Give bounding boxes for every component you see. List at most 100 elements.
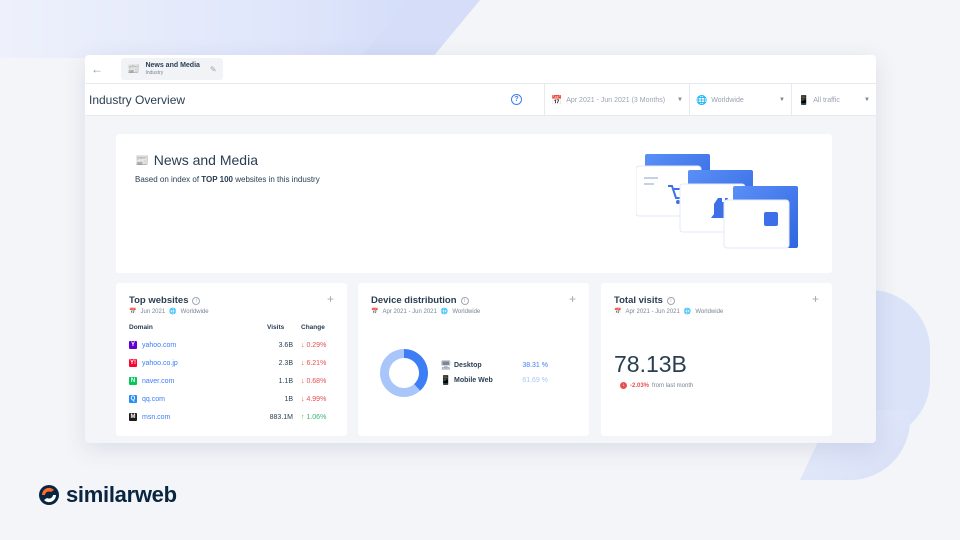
mobile-icon: 📱 xyxy=(440,375,452,385)
chevron-down-icon: ▼ xyxy=(864,97,870,103)
brand-wordmark: similarweb xyxy=(66,482,177,507)
table-row[interactable]: Qqq.com 1B ↓ 4.99% xyxy=(129,393,335,405)
card-date: Apr 2021 - Jun 2021 xyxy=(382,308,437,315)
country-label: Worldwide xyxy=(711,96,744,104)
info-icon[interactable]: i xyxy=(192,296,201,305)
hero-subtitle-post: websites in this industry xyxy=(233,175,320,184)
arrow-down-icon: ↓ xyxy=(301,377,305,385)
domain-link[interactable]: msn.com xyxy=(142,414,170,421)
hero-subtitle: Based on index of TOP 100 websites in th… xyxy=(135,175,320,184)
card-title: Top websites i xyxy=(129,295,201,306)
breadcrumb-title: News and Media xyxy=(145,61,200,69)
change-value: ↓ 0.29% xyxy=(301,342,335,349)
chevron-down-icon: ▼ xyxy=(779,97,785,103)
add-icon[interactable]: + xyxy=(327,292,334,306)
total-visits-delta: ↓ -2.03% from last month xyxy=(620,382,693,389)
device-distribution-card: Device distribution i + 📅 Apr 2021 - Jun… xyxy=(358,283,589,436)
device-distribution-title: Device distribution xyxy=(371,295,457,306)
calendar-icon: 📅 xyxy=(371,309,379,315)
top-websites-title: Top websites xyxy=(129,295,189,306)
info-icon[interactable]: i xyxy=(460,296,469,305)
yahoo-jp-icon: Y! xyxy=(129,359,137,367)
change-percent: 0.68% xyxy=(306,377,327,385)
visits-value: 883.1M xyxy=(269,413,293,421)
device-donut-chart xyxy=(380,349,428,397)
visits-value: 2.3B xyxy=(278,359,293,367)
table-row[interactable]: Mmsn.com 883.1M ↑ 1.06% xyxy=(129,411,335,423)
visits-value: 3.6B xyxy=(278,341,293,349)
help-icon[interactable]: ? xyxy=(511,94,522,105)
legend-value: 61.69 % xyxy=(522,377,548,384)
legend-label: Mobile Web xyxy=(454,377,493,384)
card-date: Jun 2021 xyxy=(140,308,166,315)
similarweb-logo: similarweb xyxy=(38,482,177,508)
yahoo-icon: Y xyxy=(129,341,137,349)
legend-label: Desktop xyxy=(454,362,482,369)
delta-value: -2.03% xyxy=(630,382,650,389)
arrow-down-icon: ↓ xyxy=(301,395,305,403)
card-title: Device distribution i xyxy=(371,295,469,306)
card-region: Worldwide xyxy=(180,308,209,315)
card-meta: 📅 Apr 2021 - Jun 2021 🌐 Worldwide xyxy=(614,308,724,316)
similarweb-logo-icon xyxy=(39,485,59,505)
donut-slice-desktop[interactable] xyxy=(404,349,428,391)
edit-pencil-icon[interactable]: ✎ xyxy=(210,65,217,74)
newspaper-icon: 📰 xyxy=(127,63,140,75)
column-header-visits: Visits xyxy=(267,324,285,331)
visits-value: 1.1B xyxy=(278,377,293,385)
change-value: ↓ 6.21% xyxy=(301,360,335,367)
calendar-icon: 📅 xyxy=(551,94,563,105)
date-range-label: Apr 2021 - Jun 2021 (3 Months) xyxy=(566,96,666,104)
arrow-down-icon: ↓ xyxy=(301,359,305,367)
card-region: Worldwide xyxy=(452,308,481,315)
column-header-domain: Domain xyxy=(129,324,153,331)
change-percent: 6.21% xyxy=(306,359,327,367)
calendar-icon: 📅 xyxy=(614,309,622,315)
hero-subtitle-pre: Based on index of xyxy=(135,175,202,184)
table-row[interactable]: Y! yahoo.co.jp 2.3B ↓ 6.21% xyxy=(129,357,335,369)
app-window: ← 📰 News and Media Industry ✎ Industry O… xyxy=(85,55,876,443)
page-title: Industry Overview xyxy=(89,92,186,107)
table-row[interactable]: Yyahoo.com 3.6B ↓ 0.29% xyxy=(129,339,335,351)
info-icon[interactable]: i xyxy=(666,296,675,305)
card-meta: 📅 Apr 2021 - Jun 2021 🌐 Worldwide xyxy=(371,308,481,316)
domain-link[interactable]: yahoo.com xyxy=(142,342,176,349)
devices-icon: 📱 xyxy=(798,94,810,105)
top-bar: ← 📰 News and Media Industry ✎ xyxy=(85,55,876,84)
globe-icon: 🌐 xyxy=(683,309,692,315)
traffic-filter[interactable]: 📱 All traffic ▼ xyxy=(791,84,876,116)
card-date: Apr 2021 - Jun 2021 xyxy=(625,308,680,315)
hero-title-text: News and Media xyxy=(153,152,258,168)
change-value: ↑ 1.06% xyxy=(301,414,335,421)
table-row[interactable]: Nnaver.com 1.1B ↓ 0.68% xyxy=(129,375,335,387)
domain-link[interactable]: naver.com xyxy=(142,378,174,385)
arrow-up-icon: ↑ xyxy=(301,413,305,421)
qq-icon: Q xyxy=(129,395,137,403)
date-range-filter[interactable]: 📅 Apr 2021 - Jun 2021 (3 Months) ▼ xyxy=(544,84,689,116)
breadcrumb-subtitle: Industry xyxy=(145,69,164,76)
legend-desktop: 🖥 Desktop 38.31 % xyxy=(440,360,548,371)
card-region: Worldwide xyxy=(695,308,724,315)
change-percent: 1.06% xyxy=(306,413,327,421)
page-header: Industry Overview ? 📅 Apr 2021 - Jun 202… xyxy=(85,84,876,116)
change-value: ↓ 0.68% xyxy=(301,378,335,385)
legend-value: 38.31 % xyxy=(522,362,548,369)
globe-icon: 🌐 xyxy=(440,309,449,315)
country-filter[interactable]: 🌐 Worldwide ▼ xyxy=(689,84,791,116)
domain-link[interactable]: qq.com xyxy=(142,396,165,403)
globe-icon: 🌐 xyxy=(169,309,177,315)
domain-link[interactable]: yahoo.co.jp xyxy=(142,360,178,367)
back-arrow-icon[interactable]: ← xyxy=(85,62,109,76)
industry-hero-card: 📰 News and Media Based on index of TOP 1… xyxy=(116,134,832,273)
breadcrumb[interactable]: 📰 News and Media Industry ✎ xyxy=(121,58,223,80)
total-visits-title: Total visits xyxy=(614,295,663,306)
naver-icon: N xyxy=(129,377,137,385)
delta-label: from last month xyxy=(652,382,694,389)
industry-illustration xyxy=(636,154,798,249)
visits-value: 1B xyxy=(284,395,293,403)
globe-icon: 🌐 xyxy=(696,94,708,105)
msn-icon: M xyxy=(129,413,137,421)
add-icon[interactable]: + xyxy=(569,292,576,306)
newspaper-icon: 📰 xyxy=(135,154,149,167)
add-icon[interactable]: + xyxy=(812,292,819,306)
